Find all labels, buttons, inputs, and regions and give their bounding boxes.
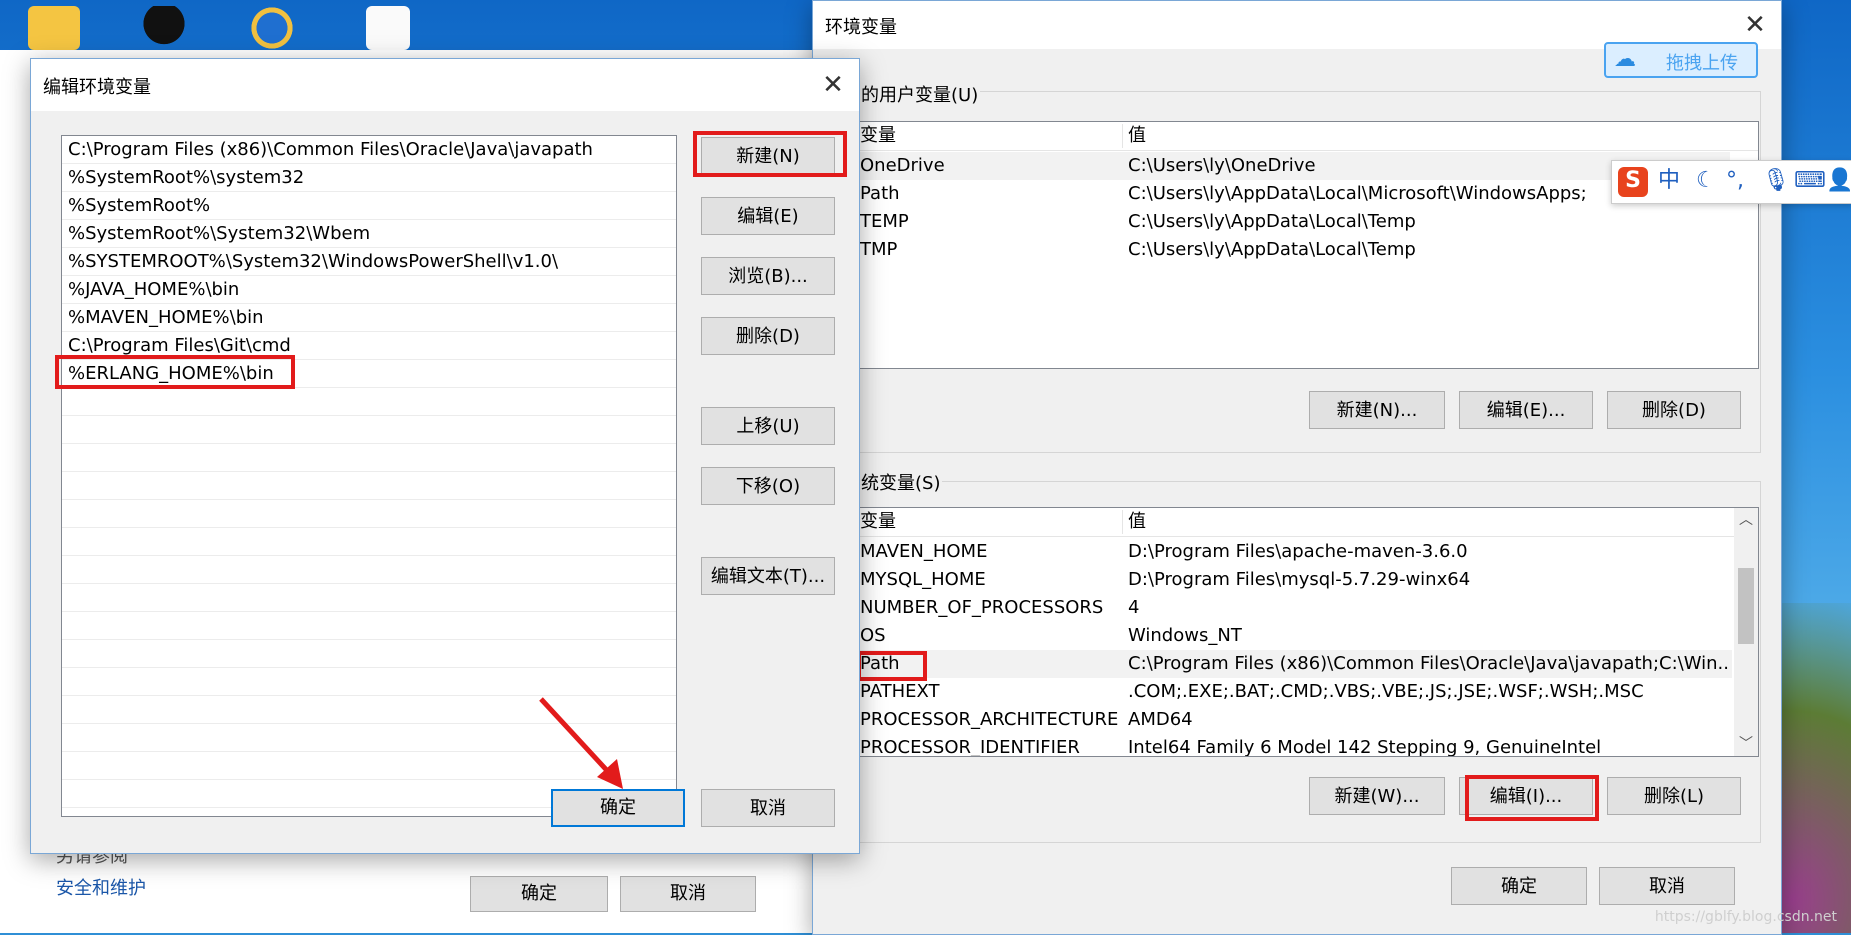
user-variable-name[interactable]: TEMP [860,208,1120,236]
path-entry[interactable]: %MAVEN_HOME%\bin [62,304,676,332]
user-variable-value[interactable]: C:\Users\ly\AppData\Local\Temp [1128,208,1728,236]
back-ok-button[interactable]: 确定 [470,876,608,912]
cloud-icon: ☁ [1614,47,1636,72]
ime-toolbar[interactable]: S 中 ☾ °, 🎙 ⌨ 👤 [1611,160,1851,204]
system-variable-name[interactable]: NUMBER_OF_PROCESSORS [860,594,1120,622]
empty-path-row[interactable] [62,584,676,612]
path-entry[interactable]: %SystemRoot% [62,192,676,220]
system-variables-label: 统变量(S) [859,469,943,495]
path-entry[interactable]: %JAVA_HOME%\bin [62,276,676,304]
path-entry[interactable]: %ERLANG_HOME%\bin [62,360,676,388]
browse-button[interactable]: 浏览(B)... [701,257,835,295]
path-entry[interactable]: %SYSTEMROOT%\System32\WindowsPowerShell\… [62,248,676,276]
user-variable-name[interactable]: Path [860,180,1120,208]
system-variable-name[interactable]: MYSQL_HOME [860,566,1120,594]
empty-path-row[interactable] [62,556,676,584]
scroll-up-icon[interactable]: ︿ [1734,510,1758,530]
scroll-down-icon[interactable]: ﹀ [1734,734,1758,754]
system-variable-value[interactable]: D:\Program Files\mysql-5.7.29-winx64 [1128,566,1728,594]
environment-variables-dialog: 环境变量 ✕ 的用户变量(U) 变量 值 OneDrive C:\Users\ly… [812,0,1782,935]
edit-close-icon[interactable]: ✕ [815,67,851,103]
user-new-button[interactable]: 新建(N)... [1309,391,1445,429]
empty-path-row[interactable] [62,640,676,668]
system-variable-value[interactable]: D:\Program Files\apache-maven-3.6.0 [1128,538,1728,566]
punct-icon[interactable]: °, [1726,167,1744,195]
security-maintenance-link[interactable]: 安全和维护 [56,874,146,900]
path-entry[interactable]: %SystemRoot%\System32\Wbem [62,220,676,248]
system-variable-name[interactable]: PATHEXT [860,678,1120,706]
user-variable-value[interactable]: C:\Users\ly\AppData\Local\Temp [1128,236,1728,264]
system-table-header: 变量 值 [858,508,1758,537]
user-variables-label: 的用户变量(U) [859,81,981,107]
empty-path-row[interactable] [62,528,676,556]
env-close-icon[interactable]: ✕ [1737,7,1773,43]
file-icon[interactable] [366,6,410,50]
watermark: https://gblfy.blog.csdn.net [1654,909,1837,925]
sys-col-value-header[interactable]: 值 [1128,508,1146,536]
move-up-button[interactable]: 上移(U) [701,407,835,445]
user-variables-table[interactable]: 变量 值 OneDrive C:\Users\ly\OneDrive Path C:\… [857,121,1759,369]
path-entry[interactable]: %SystemRoot%\system32 [62,164,676,192]
empty-path-row[interactable] [62,612,676,640]
system-variable-name[interactable]: MAVEN_HOME [860,538,1120,566]
system-variable-value[interactable]: Windows_NT [1128,622,1728,650]
system-variable-value[interactable]: AMD64 [1128,706,1728,734]
edit-dialog-title: 编辑环境变量 [43,77,151,98]
new-entry-button[interactable]: 新建(N) [701,137,835,175]
empty-path-row[interactable] [62,388,676,416]
system-variable-value[interactable]: .COM;.EXE;.BAT;.CMD;.VBS;.VBE;.JS;.JSE;.… [1128,678,1728,706]
move-down-button[interactable]: 下移(O) [701,467,835,505]
scroll-thumb[interactable] [1738,568,1754,644]
arrow-to-ok-annotation [539,697,623,789]
system-variable-name[interactable]: PROCESSOR_ARCHITECTURE [860,706,1120,734]
env-cancel-button[interactable]: 取消 [1599,867,1735,905]
edit-entry-button[interactable]: 编辑(E) [701,197,835,235]
sogou-logo-icon[interactable]: S [1618,167,1648,197]
system-table-scrollbar[interactable]: ︿ ﹀ [1734,508,1758,756]
user-table-header: 变量 值 [858,122,1758,151]
sys-col-variable-header[interactable]: 变量 [860,508,896,536]
system-variable-name[interactable]: PROCESSOR_IDENTIFIER [860,734,1120,756]
empty-path-row[interactable] [62,500,676,528]
edit-env-variable-dialog: 编辑环境变量 ✕ C:\Program Files (x86)\Common F… [30,58,860,854]
system-delete-button[interactable]: 删除(L) [1607,777,1741,815]
upload-label: 拖拽上传 [1666,53,1738,74]
user-variable-name[interactable]: OneDrive [860,152,1120,180]
path-entry[interactable]: C:\Program Files\Git\cmd [62,332,676,360]
empty-path-row[interactable] [62,444,676,472]
user-variable-name[interactable]: TMP [860,236,1120,264]
system-variable-value[interactable]: Intel64 Family 6 Model 142 Stepping 9, G… [1128,734,1728,756]
path-entry[interactable]: C:\Program Files (x86)\Common Files\Orac… [62,136,676,164]
env-ok-button[interactable]: 确定 [1451,867,1587,905]
user-icon[interactable]: 👤 [1826,167,1851,195]
keyboard-icon[interactable]: ⌨ [1794,167,1826,195]
moon-icon[interactable]: ☾ [1696,167,1716,195]
folder-icon[interactable] [28,6,80,50]
ime-lang-label[interactable]: 中 [1658,167,1680,195]
user-edit-button[interactable]: 编辑(E)... [1459,391,1593,429]
system-variables-table[interactable]: 变量 值 MAVEN_HOME D:\Program Files\apache-m… [857,507,1759,757]
mic-icon[interactable]: 🎙 [1762,167,1790,195]
system-new-button[interactable]: 新建(W)... [1309,777,1445,815]
edit-cancel-button[interactable]: 取消 [701,789,835,827]
col-variable-header[interactable]: 变量 [860,122,896,150]
app-icon[interactable] [246,6,298,50]
system-variable-name[interactable]: Path [860,650,1120,678]
back-cancel-button[interactable]: 取消 [620,876,756,912]
delete-entry-button[interactable]: 删除(D) [701,317,835,355]
drag-upload-button[interactable]: ☁ 拖拽上传 [1604,42,1758,78]
system-variable-name[interactable]: OS [860,622,1120,650]
edit-text-button[interactable]: 编辑文本(T)... [701,557,835,595]
system-edit-button[interactable]: 编辑(I)... [1459,777,1593,815]
system-variable-value[interactable]: C:\Program Files (x86)\Common Files\Orac… [1128,650,1728,678]
empty-path-row[interactable] [62,416,676,444]
col-value-header[interactable]: 值 [1128,122,1146,150]
empty-path-row[interactable] [62,472,676,500]
env-dialog-title: 环境变量 [825,17,897,38]
user-delete-button[interactable]: 删除(D) [1607,391,1741,429]
edit-titlebar: 编辑环境变量 ✕ [31,59,859,111]
qq-icon[interactable] [138,6,190,50]
system-variable-value[interactable]: 4 [1128,594,1728,622]
